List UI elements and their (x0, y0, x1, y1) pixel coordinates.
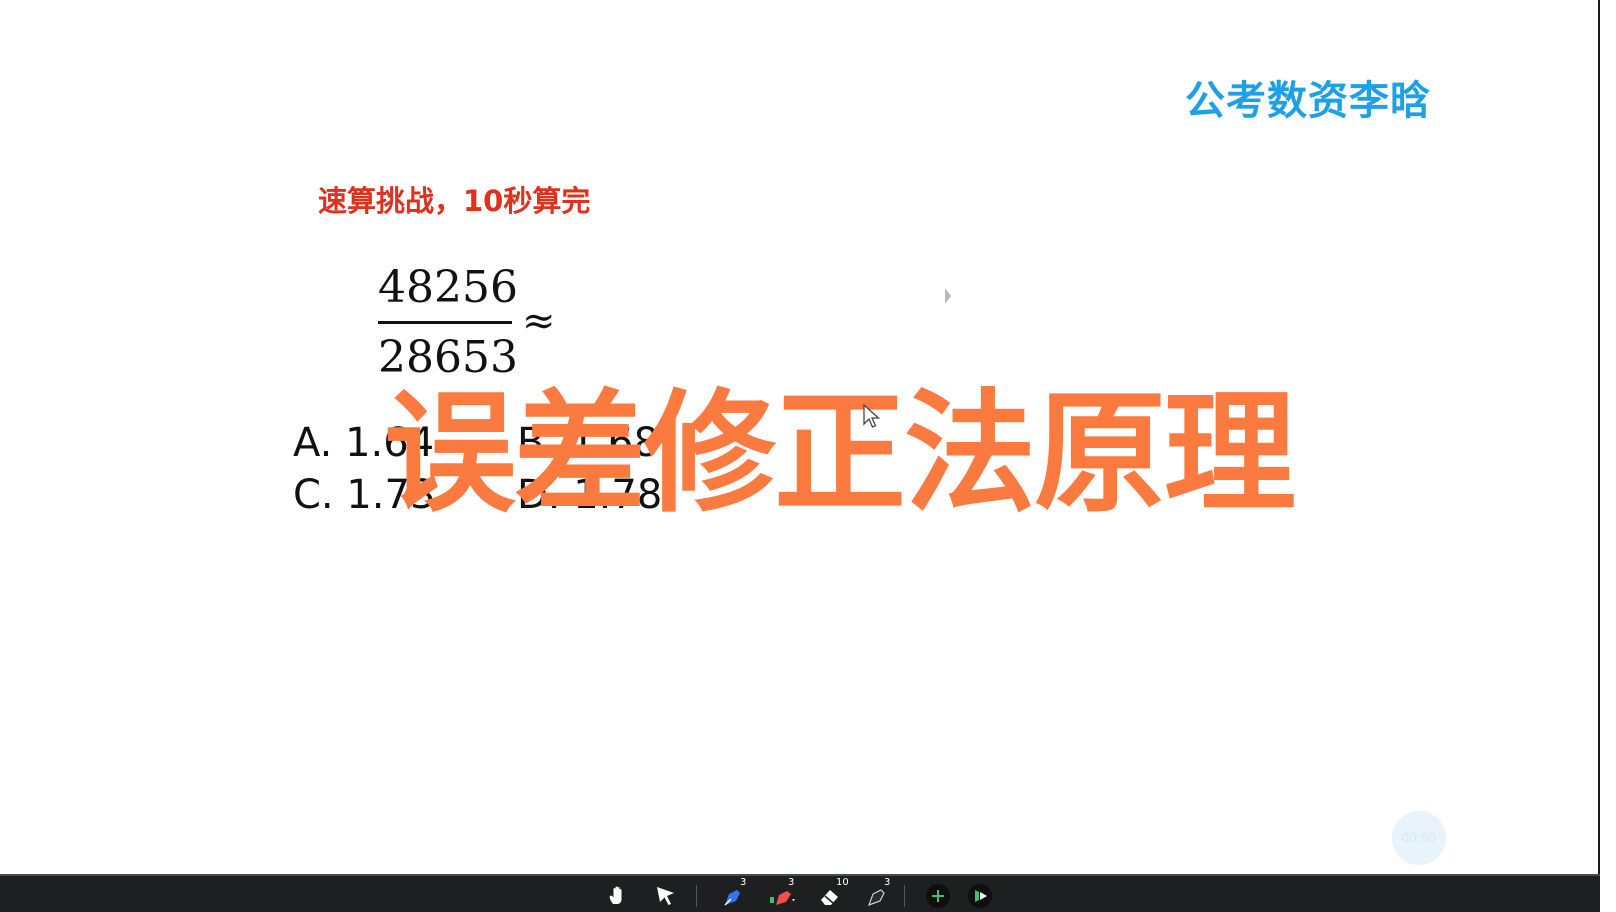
timer-bubble[interactable]: 00:00 (1392, 811, 1446, 865)
brand-watermark: 公考数资李晗 (1185, 78, 1431, 124)
fraction-bar (378, 321, 512, 324)
toolbar-separator (904, 885, 905, 907)
numerator: 48256 (378, 262, 518, 313)
approx-symbol: ≈ (522, 298, 556, 344)
eraser-icon[interactable]: 10 (816, 877, 851, 910)
mouse-cursor-icon (863, 403, 881, 434)
black-pen-icon[interactable]: 3 (864, 877, 893, 910)
eraser-count: 10 (834, 877, 851, 888)
hand-icon[interactable] (604, 882, 632, 910)
fraction: 48256 28653 (378, 258, 518, 388)
challenge-heading: 速算挑战，10秒算完 (318, 184, 591, 218)
red-highlighter-icon[interactable]: 3 (768, 877, 797, 910)
overlay-title: 误差修正法原理 (384, 377, 1296, 531)
add-icon[interactable] (924, 882, 952, 910)
window-margin (1600, 0, 1616, 912)
pointer-icon[interactable] (652, 882, 680, 910)
annotation-toolbar: 3 3 10 3 (0, 874, 1600, 912)
bookmark-icon (945, 288, 951, 304)
blue-pen-icon[interactable]: 3 (720, 877, 749, 910)
toolbar-separator (696, 885, 697, 907)
record-icon[interactable] (966, 882, 994, 910)
slide-canvas: 公考数资李晗 速算挑战，10秒算完 48256 28653 ≈ A. 1.64 … (0, 0, 1598, 874)
